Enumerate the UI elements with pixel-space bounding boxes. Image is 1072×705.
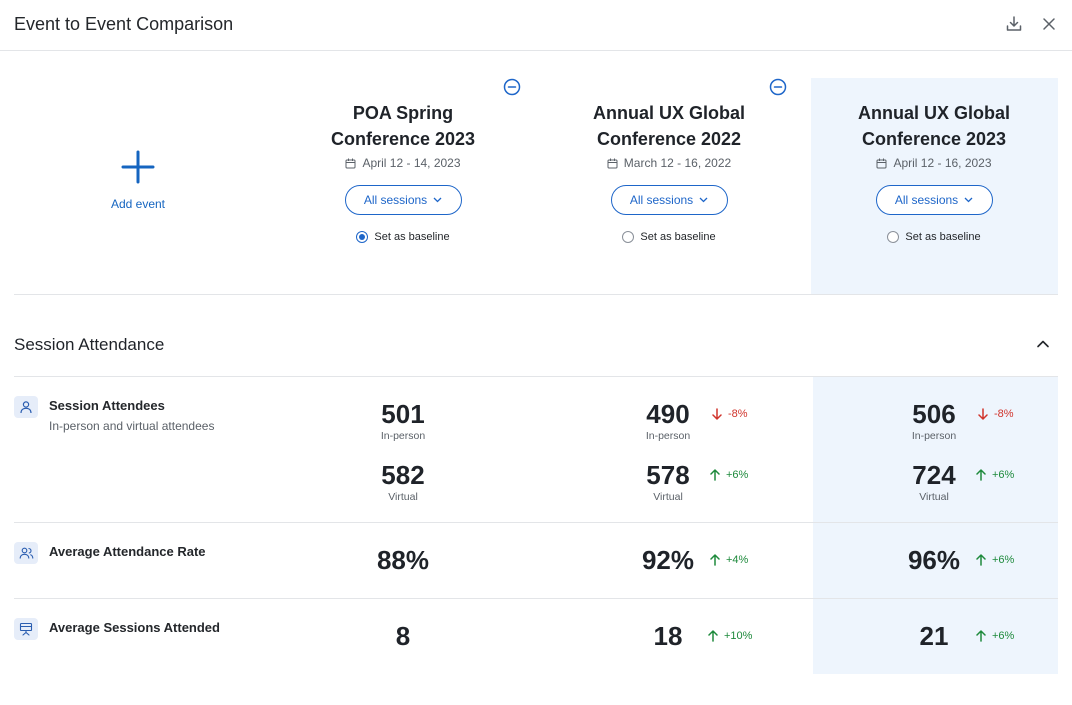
event-column-1: POA Spring Conference 2023 April 12 - 14,… [293, 100, 513, 243]
delta-badge: -8% [977, 408, 1014, 420]
divider [14, 376, 1058, 377]
metric-value-label: Virtual [919, 491, 949, 503]
close-icon[interactable] [1039, 14, 1059, 34]
set-baseline-radio[interactable]: Set as baseline [824, 231, 1044, 243]
metric-value: 501 [381, 399, 425, 429]
add-event-button[interactable]: Add event [78, 150, 198, 211]
divider [14, 598, 1058, 599]
event-date: April 12 - 16, 2023 [824, 156, 1044, 170]
calendar-icon [876, 158, 887, 168]
dialog-header: Event to Event Comparison [0, 0, 1072, 51]
metric-value: 490 [646, 399, 690, 429]
arrow-down-icon [978, 408, 988, 420]
metric-value: 582 [381, 460, 425, 490]
metric-label: Session Attendees [49, 398, 165, 413]
people-icon [14, 542, 38, 564]
metric-value-label: Virtual [388, 491, 418, 503]
delta-badge: +10% [707, 630, 752, 642]
delta-badge: +6% [709, 469, 748, 481]
set-baseline-radio[interactable]: Set as baseline [293, 231, 513, 243]
chevron-down-icon [699, 197, 708, 203]
event-date: March 12 - 16, 2022 [559, 156, 779, 170]
arrow-up-icon [976, 554, 986, 566]
metric-description: In-person and virtual attendees [49, 419, 215, 433]
divider [14, 522, 1058, 523]
divider [14, 294, 1058, 295]
delta-badge: +6% [975, 469, 1014, 481]
sessions-dropdown[interactable]: All sessions [875, 185, 993, 215]
remove-event-1-icon[interactable] [503, 78, 521, 96]
event-name: POA Spring Conference 2023 [330, 103, 476, 149]
arrow-down-icon [712, 408, 722, 420]
arrow-up-icon [708, 630, 718, 642]
chevron-down-icon [964, 197, 973, 203]
metric-label: Average Sessions Attended [49, 620, 220, 635]
radio-unselected[interactable] [887, 231, 900, 243]
delta-badge: +6% [975, 630, 1014, 642]
arrow-up-icon [710, 554, 720, 566]
event-column-3: Annual UX Global Conference 2023 April 12… [824, 100, 1044, 243]
plus-icon [121, 150, 155, 184]
delta-badge: +6% [975, 554, 1014, 566]
calendar-icon [345, 158, 356, 168]
metric-value: 506 [912, 399, 956, 429]
section-title: Session Attendance [14, 335, 165, 354]
event-name: Annual UX Global Conference 2022 [592, 103, 745, 149]
arrow-up-icon [976, 469, 986, 481]
arrow-up-icon [710, 469, 720, 481]
calendar-icon [607, 158, 618, 168]
metric-label: Average Attendance Rate [49, 544, 206, 559]
set-baseline-radio[interactable]: Set as baseline [559, 231, 779, 243]
chevron-down-icon [433, 197, 442, 203]
remove-event-2-icon[interactable] [769, 78, 787, 96]
download-icon[interactable] [1004, 14, 1024, 34]
presentation-icon [14, 618, 38, 640]
dialog-title: Event to Event Comparison [14, 14, 234, 34]
event-column-2: Annual UX Global Conference 2022 March 12… [559, 100, 779, 243]
metric-value: 8 [395, 621, 411, 651]
metric-value-label: In-person [645, 430, 691, 442]
sessions-dropdown[interactable]: All sessions [344, 185, 462, 215]
sessions-dropdown[interactable]: All sessions [610, 185, 728, 215]
delta-badge: -8% [711, 408, 748, 420]
radio-selected[interactable] [356, 231, 369, 243]
metric-value-label: In-person [380, 430, 426, 442]
chevron-up-icon[interactable] [1034, 335, 1052, 353]
metric-value: 88% [376, 545, 430, 575]
metric-value-label: In-person [911, 430, 957, 442]
event-name: Annual UX Global Conference 2023 [857, 103, 1010, 149]
arrow-up-icon [976, 630, 986, 642]
add-event-label: Add event [110, 197, 166, 211]
metric-value-label: Virtual [653, 491, 683, 503]
person-icon [14, 396, 38, 418]
event-date: April 12 - 14, 2023 [293, 156, 513, 170]
delta-badge: +4% [709, 554, 748, 566]
radio-unselected[interactable] [622, 231, 635, 243]
